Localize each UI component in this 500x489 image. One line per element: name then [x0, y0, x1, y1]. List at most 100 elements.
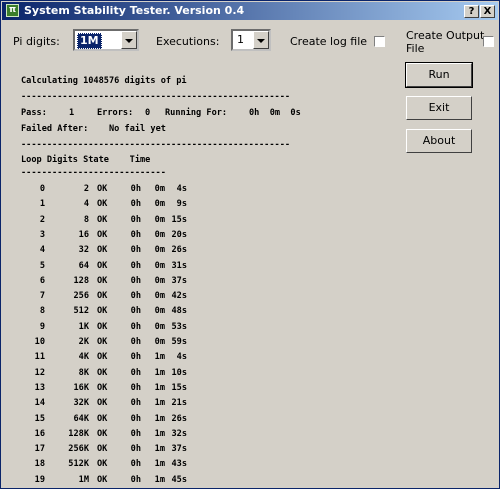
help-button[interactable]: ? — [464, 5, 479, 18]
exit-button[interactable]: Exit — [406, 96, 472, 120]
cell-m: 0m — [154, 275, 165, 286]
cell-m: 1m — [154, 474, 165, 485]
close-button[interactable]: X — [480, 5, 495, 18]
cell-loop: 14 — [34, 398, 45, 409]
pass-label: Pass: — [21, 108, 47, 118]
cell-m: 1m — [154, 459, 165, 470]
cell-digits: 32K — [73, 398, 89, 409]
cell-m: 0m — [154, 291, 165, 302]
cell-state: OK — [97, 184, 108, 194]
cell-s: 53s — [171, 321, 187, 332]
failed-value: No fail yet — [109, 124, 166, 134]
cell-h: 0h — [130, 184, 141, 194]
cell-m: 0m — [154, 229, 165, 240]
separator-line: ----------------------------------------… — [21, 92, 291, 102]
pi-digits-value: 1M — [77, 33, 102, 49]
cell-state: OK — [97, 428, 108, 439]
table-row: 1 4 OK 0h 0m 9s — [21, 198, 221, 210]
errors-label: Errors: — [97, 108, 134, 118]
table-row: 0 2 OK 0h 0m 4s — [21, 183, 221, 195]
table-row: 13 16K OK 0h 1m 15s — [21, 382, 221, 394]
cell-s: 26s — [171, 413, 187, 424]
cell-h: 0h — [130, 245, 141, 256]
cell-digits: 64 — [78, 260, 89, 271]
cell-loop: 10 — [34, 337, 45, 347]
cell-h: 0h — [130, 214, 141, 225]
about-button[interactable]: About — [406, 129, 472, 153]
errors-value: 0 — [145, 108, 151, 118]
cell-s: 26s — [171, 245, 187, 256]
chevron-down-icon[interactable] — [253, 31, 269, 49]
create-log-checkbox[interactable] — [374, 36, 385, 47]
cell-digits: 16 — [78, 229, 89, 240]
table-row: 8 512 OK 0h 0m 48s — [21, 305, 221, 317]
table-separator: ---------------------------- — [21, 168, 166, 178]
table-row: 7 256 OK 0h 0m 42s — [21, 290, 221, 302]
pi-digits-select[interactable]: 1M — [73, 29, 139, 51]
cell-state: OK — [97, 229, 108, 240]
cell-digits: 512K — [68, 459, 89, 470]
cell-s: 43s — [171, 459, 187, 470]
cell-digits: 2K — [78, 337, 89, 347]
table-row: 6 128 OK 0h 0m 37s — [21, 275, 221, 287]
cell-loop: 7 — [39, 291, 45, 302]
app-icon: π — [6, 4, 19, 17]
cell-loop: 17 — [34, 444, 45, 455]
cell-h: 0h — [130, 428, 141, 439]
running-value: 0h 0m 0s — [249, 108, 301, 118]
title-bar[interactable]: π System Stability Tester. Version 0.4 ?… — [2, 2, 498, 20]
table-row: 3 16 OK 0h 0m 20s — [21, 229, 221, 241]
table-row: 16 128K OK 0h 1m 32s — [21, 428, 221, 440]
failed-label: Failed After: — [21, 124, 89, 134]
cell-s: 42s — [171, 291, 187, 302]
cell-state: OK — [97, 352, 108, 363]
cell-h: 0h — [130, 275, 141, 286]
cell-loop: 1 — [39, 199, 45, 210]
cell-s: 9s — [176, 199, 187, 210]
cell-digits: 1M — [78, 474, 89, 485]
cell-loop: 19 — [34, 474, 45, 485]
create-output-checkbox[interactable] — [483, 36, 494, 47]
cell-h: 0h — [130, 413, 141, 424]
cell-digits: 1K — [78, 321, 89, 332]
cell-loop: 0 — [39, 184, 45, 194]
cell-state: OK — [97, 291, 108, 302]
cell-h: 0h — [130, 459, 141, 470]
cell-m: 1m — [154, 428, 165, 439]
cell-m: 1m — [154, 352, 165, 363]
table-row: 5 64 OK 0h 0m 31s — [21, 260, 221, 272]
pi-digits-label: Pi digits: — [13, 35, 60, 48]
cell-loop: 6 — [39, 275, 45, 286]
table-row: 15 64K OK 0h 1m 26s — [21, 413, 221, 425]
cell-loop: 15 — [34, 413, 45, 424]
cell-m: 0m — [154, 245, 165, 256]
cell-s: 15s — [171, 214, 187, 225]
cell-s: 32s — [171, 428, 187, 439]
pass-value: 1 — [69, 108, 75, 118]
cell-loop: 2 — [39, 214, 45, 225]
table-row: 14 32K OK 0h 1m 21s — [21, 397, 221, 409]
cell-digits: 32 — [78, 245, 89, 256]
cell-digits: 256K — [68, 444, 89, 455]
cell-state: OK — [97, 444, 108, 455]
cell-digits: 4 — [83, 199, 89, 210]
executions-select[interactable]: 1 — [231, 29, 271, 51]
status-line: Pass: 1 Errors: 0 Running For: 0h 0m 0s — [21, 107, 391, 119]
cell-m: 0m — [154, 184, 165, 194]
cell-m: 0m — [154, 337, 165, 347]
cell-m: 0m — [154, 214, 165, 225]
run-button[interactable]: Run — [405, 62, 473, 88]
cell-m: 1m — [154, 367, 165, 378]
create-output-label: Create Output — [406, 29, 485, 42]
cell-loop: 9 — [39, 321, 45, 332]
cell-digits: 256 — [73, 291, 89, 302]
cell-loop: 13 — [34, 382, 45, 393]
cell-state: OK — [97, 245, 108, 256]
cell-digits: 128K — [68, 428, 89, 439]
cell-state: OK — [97, 337, 108, 347]
cell-s: 45s — [171, 474, 187, 485]
cell-m: 1m — [154, 413, 165, 424]
executions-label: Executions: — [156, 35, 220, 48]
chevron-down-icon[interactable] — [121, 31, 137, 49]
cell-state: OK — [97, 367, 108, 378]
